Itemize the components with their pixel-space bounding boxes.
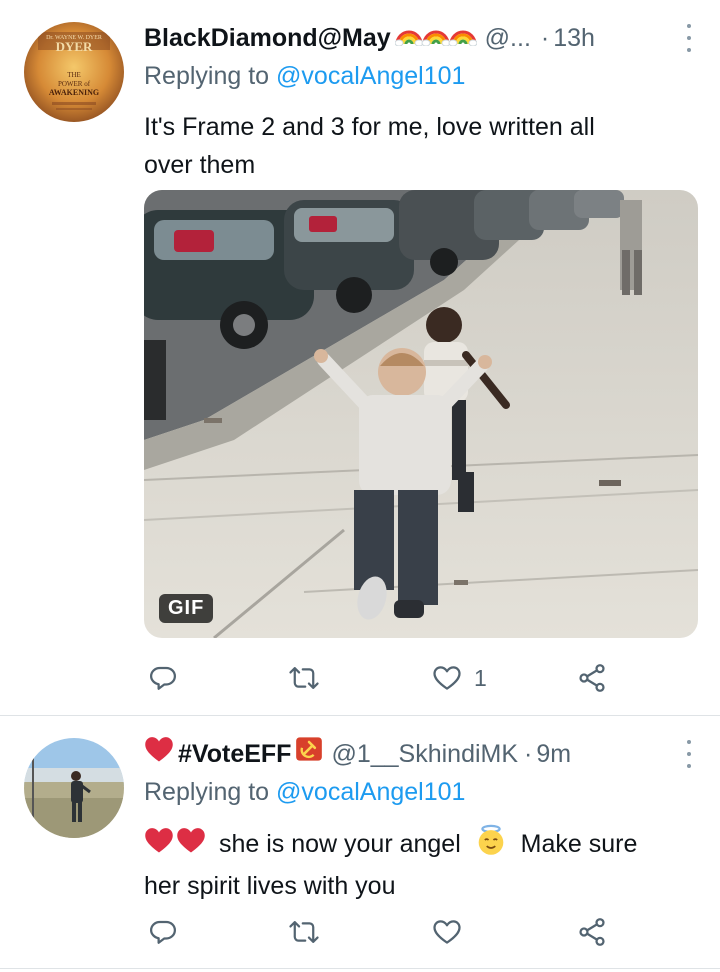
- reply-icon: [150, 920, 176, 944]
- tweet-actions: [144, 912, 614, 952]
- user-handle[interactable]: @1__SkhindiMK: [331, 736, 518, 772]
- reply-mention-link[interactable]: @vocalAngel101: [276, 62, 465, 90]
- tweet-text-part: she is now your angel: [218, 830, 461, 859]
- share-icon: [579, 664, 605, 692]
- more-options-icon[interactable]: [684, 740, 694, 768]
- gif-image-kids-running-sidewalk: [144, 190, 698, 638]
- tweet-actions: 1: [144, 658, 614, 698]
- reply-icon: [150, 666, 176, 690]
- share-button[interactable]: [576, 658, 608, 698]
- avatar[interactable]: [24, 738, 124, 838]
- book-title-line3: AWAKENING: [49, 88, 99, 97]
- retweet-button[interactable]: [288, 658, 320, 698]
- like-count: 1: [474, 664, 487, 691]
- share-icon: [579, 918, 605, 946]
- red-heart-icon: [176, 826, 206, 865]
- heart-icon: [433, 920, 461, 944]
- time-separator: ·: [540, 24, 550, 52]
- tweet-text-line: her spirit lives with you: [144, 872, 396, 900]
- timestamp[interactable]: 9m: [536, 736, 571, 772]
- share-button[interactable]: [576, 912, 608, 952]
- tweet-header: #VoteEFF @1__SkhindiMK · 9m: [144, 736, 696, 772]
- replying-to: Replying to @vocalAngel101: [144, 58, 465, 94]
- book-title-line2: POWER of: [58, 80, 91, 88]
- book-cover-avatar-image: Dr. WAYNE W. DYER DYER THE POWER of AWAK…: [24, 22, 124, 122]
- like-button[interactable]: [432, 912, 474, 952]
- reply-button[interactable]: [148, 658, 178, 698]
- tweet-header: BlackDiamond@May @... · 13h: [144, 20, 696, 56]
- person-in-field-avatar-image: [24, 738, 124, 838]
- time-separator: ·: [524, 740, 533, 768]
- rainbow-emoji-icon: [394, 20, 478, 56]
- avatar[interactable]: Dr. WAYNE W. DYER DYER THE POWER of AWAK…: [24, 22, 124, 122]
- red-heart-icon: [144, 735, 174, 773]
- heart-icon: [433, 666, 461, 690]
- book-title-line1: THE: [67, 71, 81, 79]
- replying-to-label: Replying to: [144, 778, 277, 806]
- tweet-2[interactable]: #VoteEFF @1__SkhindiMK · 9m Replying to …: [0, 716, 720, 972]
- display-name[interactable]: BlackDiamond@May: [144, 20, 391, 56]
- hammer-sickle-flag-icon: [295, 735, 323, 773]
- red-heart-icon: [144, 826, 174, 865]
- tweet-text-line: over them: [144, 151, 256, 179]
- replying-to-label: Replying to: [144, 62, 277, 90]
- retweet-icon: [289, 667, 319, 689]
- gif-badge: GIF: [159, 594, 214, 623]
- retweet-button[interactable]: [288, 912, 320, 952]
- angel-face-emoji-icon: [476, 824, 506, 867]
- reply-mention-link[interactable]: @vocalAngel101: [276, 778, 465, 806]
- reply-button[interactable]: [148, 912, 178, 952]
- tweet-divider: [0, 968, 720, 969]
- display-name[interactable]: #VoteEFF: [178, 736, 291, 772]
- tweet-text-line: she is now your angel Make sure: [144, 824, 696, 867]
- retweet-icon: [289, 921, 319, 943]
- gif-media[interactable]: GIF: [144, 190, 698, 638]
- tweet-text-line: It's Frame 2 and 3 for me, love written …: [144, 113, 595, 141]
- user-handle[interactable]: @...: [485, 20, 531, 56]
- timestamp[interactable]: 13h: [553, 20, 595, 56]
- tweet-text: It's Frame 2 and 3 for me, love written …: [144, 108, 696, 184]
- more-options-icon[interactable]: [684, 24, 694, 52]
- tweet-1[interactable]: Dr. WAYNE W. DYER DYER THE POWER of AWAK…: [0, 0, 720, 715]
- replying-to: Replying to @vocalAngel101: [144, 774, 465, 810]
- like-button[interactable]: 1: [432, 658, 487, 698]
- tweet-text: she is now your angel Make sure her spir…: [144, 824, 696, 905]
- tweet-text-part: Make sure: [520, 830, 638, 859]
- svg-text:DYER: DYER: [56, 39, 93, 54]
